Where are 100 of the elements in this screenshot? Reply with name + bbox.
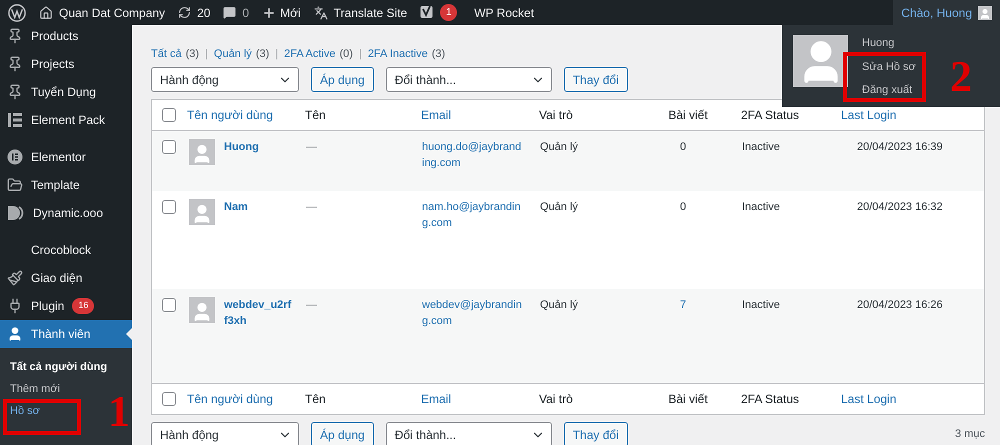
sortable-column-header[interactable]: Email [421,390,539,408]
filter-link[interactable]: 2FA Inactive [368,46,428,62]
sidebar-menu-item[interactable]: Thành viên [0,320,132,348]
email-link[interactable]: webdev@jaybranding.com [422,297,522,329]
sidebar-menu-item[interactable]: Dynamic.ooo [0,199,132,227]
table-cell-text: — [306,200,318,215]
action-button[interactable]: Thay đổi [564,67,628,92]
comment-icon [223,6,236,19]
filter-link[interactable]: 2FA Active [284,46,336,62]
sortable-column-header[interactable]: Email [421,106,539,124]
current-pointer-icon [126,328,132,340]
user-menu-link[interactable]: Đăng xuất [862,82,916,98]
checkbox[interactable] [162,298,176,312]
user-icon [7,326,23,342]
sidebar-menu-item[interactable]: Plugin 16 [0,292,132,320]
column-header: Vai trò [539,391,574,408]
sortable-column-header[interactable]: Last Login [841,106,951,124]
user-avatar [189,297,215,323]
column-header: Bài viết [667,391,709,408]
updates-count[interactable]: 20 [197,4,210,22]
user-avatar [189,139,215,165]
action-button[interactable]: Áp dụng [311,67,374,92]
submenu-item[interactable]: Hồ sơ [10,400,40,422]
checkbox[interactable] [162,392,176,406]
wordpress-logo-icon[interactable] [8,4,26,22]
sidebar-menu-item[interactable]: Giao diện [0,264,132,292]
seo-plugin-icon[interactable] [420,5,434,20]
table-cell-text: Quản lý [540,298,579,313]
sortable-column-header[interactable]: Last Login [841,390,951,408]
table-cell-text: — [306,298,318,313]
site-name-link[interactable]: Quan Dat Company [59,4,166,22]
select-dropdown[interactable]: Hành động [151,422,299,445]
elementor-icon [7,149,23,165]
checkbox[interactable] [162,200,176,214]
table-cell-text: 0 [678,140,688,155]
checkbox[interactable] [162,140,176,154]
profile-avatar [793,35,848,87]
sortable-column-header[interactable]: Tên người dùng [187,106,305,124]
table-cell-text: Quản lý [540,140,579,155]
post-count-link[interactable]: 7 [660,297,718,314]
filter-count: (0) [340,46,353,62]
filter-link[interactable]: Tất cả [151,46,182,62]
column-header: 2FA Status [741,391,800,408]
profile-name[interactable]: Huong [862,35,916,52]
select-dropdown[interactable]: Đổi thành... [386,67,552,92]
annotation-number: 1 [108,390,130,434]
table-cell-text: 20/04/2023 16:39 [857,140,943,155]
submenu-item[interactable]: Tất cả người dùng [10,356,108,378]
home-icon [39,6,53,20]
table-cell-text: Quản lý [540,200,579,215]
pin-icon [7,28,23,44]
annotation-number: 2 [950,55,972,99]
table-cell-text: Inactive [742,298,781,313]
filter-count: (3) [186,46,200,62]
comments-count[interactable]: 0 [242,4,250,22]
pin-icon [7,84,23,100]
table-cell-text: Inactive [742,200,781,215]
new-link[interactable]: Mới [280,4,301,22]
username-link[interactable]: webdev_u2rff3xh [224,297,294,329]
sidebar-menu-item[interactable]: Element Pack [0,106,132,134]
separator: | [275,46,278,62]
filter-count: (3) [432,46,446,62]
column-header: Vai trò [539,107,574,124]
user-avatar [189,199,215,225]
notification-badge: 1 [440,4,458,21]
avatar-icon[interactable] [978,6,992,20]
username-link[interactable]: Huong [224,139,294,155]
filter-link[interactable]: Quản lý [214,46,252,62]
sidebar-menu-item[interactable]: Template [0,171,132,199]
item-count: 3 mục [955,427,985,442]
email-link[interactable]: nam.ho@jaybranding.com [422,199,522,231]
separator: | [205,46,208,62]
pin-icon [7,56,23,72]
table-cell-text: — [306,140,318,155]
email-link[interactable]: huong.do@jaybranding.com [422,139,522,171]
checkbox[interactable] [162,108,176,122]
column-header: Tên [305,391,327,408]
action-button[interactable]: Thay đổi [564,422,628,445]
wp-rocket-link[interactable]: WP Rocket [474,4,534,22]
sidebar-menu-item[interactable]: Products [0,22,132,50]
separator: | [358,46,362,62]
sidebar-menu-item[interactable]: Projects [0,50,132,78]
action-button[interactable]: Áp dụng [311,422,374,445]
translate-link[interactable]: Translate Site [334,4,408,22]
sortable-column-header[interactable]: Tên người dùng [187,390,305,408]
table-cell-text: 0 [678,200,688,215]
filter-count: (3) [256,46,270,62]
sidebar-menu-item[interactable]: Crocoblock [0,236,132,264]
username-link[interactable]: Nam [224,199,294,215]
sidebar-menu-item[interactable]: Elementor [0,143,132,171]
sidebar-menu-item[interactable]: Tuyển Dụng [0,78,132,106]
dynamic-logo-icon [7,205,25,221]
updates-icon [178,6,192,19]
user-menu-link[interactable]: Sửa Hồ sơ [862,58,916,75]
select-dropdown[interactable]: Hành động [151,67,299,92]
translate-icon [314,6,328,20]
folder-icon [7,177,23,193]
table-cell-text: 20/04/2023 16:26 [857,298,943,313]
submenu-item[interactable]: Thêm mới [10,378,60,400]
select-dropdown[interactable]: Đổi thành... [386,422,552,445]
